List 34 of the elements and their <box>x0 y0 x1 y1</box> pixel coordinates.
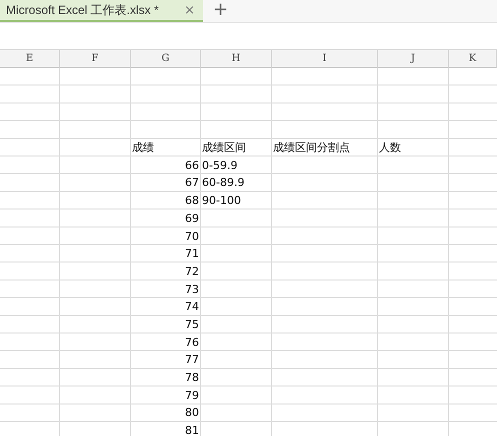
table-cell: 76 <box>184 336 200 349</box>
table-cell: 成绩 <box>131 140 155 156</box>
table-cell: 70 <box>184 230 200 243</box>
tab-title: Microsoft Excel 工作表.xlsx * <box>6 2 160 18</box>
table-cell: 90-100 <box>201 194 242 208</box>
close-button[interactable]: × <box>184 2 195 18</box>
table-cell: 66 <box>184 158 200 172</box>
column-header[interactable]: J <box>378 50 449 68</box>
table-cell: 79 <box>184 388 200 402</box>
table-cell: 0-59.9 <box>201 158 238 172</box>
column-header[interactable]: K <box>449 50 497 68</box>
column-header[interactable]: F <box>60 50 131 68</box>
table-cell: 71 <box>184 247 200 260</box>
table-cell: 67 <box>184 176 200 190</box>
table-cell: 74 <box>184 300 200 314</box>
document-tab[interactable]: Microsoft Excel 工作表.xlsx * × <box>0 0 203 22</box>
new-tab-button[interactable]: + <box>203 0 238 22</box>
table-cell: 81 <box>184 424 200 436</box>
table-cell: 77 <box>184 353 200 366</box>
column-header[interactable]: E <box>0 50 60 68</box>
column-header[interactable]: I <box>272 50 378 68</box>
table-cell: 68 <box>184 194 200 208</box>
table-cell: 人数 <box>378 140 402 156</box>
table-cell: 69 <box>184 212 200 225</box>
table-cell: 75 <box>184 318 200 331</box>
table-cell: 72 <box>184 264 200 278</box>
table-cell: 73 <box>184 282 200 296</box>
table-cell: 80 <box>184 406 200 420</box>
column-header[interactable]: H <box>201 50 272 68</box>
table-cell: 成绩区间分割点 <box>272 140 351 156</box>
table-cell: 78 <box>184 371 200 384</box>
column-header[interactable]: G <box>131 50 201 68</box>
table-cell: 成绩区间 <box>201 140 247 156</box>
table-cell: 60-89.9 <box>201 176 246 190</box>
